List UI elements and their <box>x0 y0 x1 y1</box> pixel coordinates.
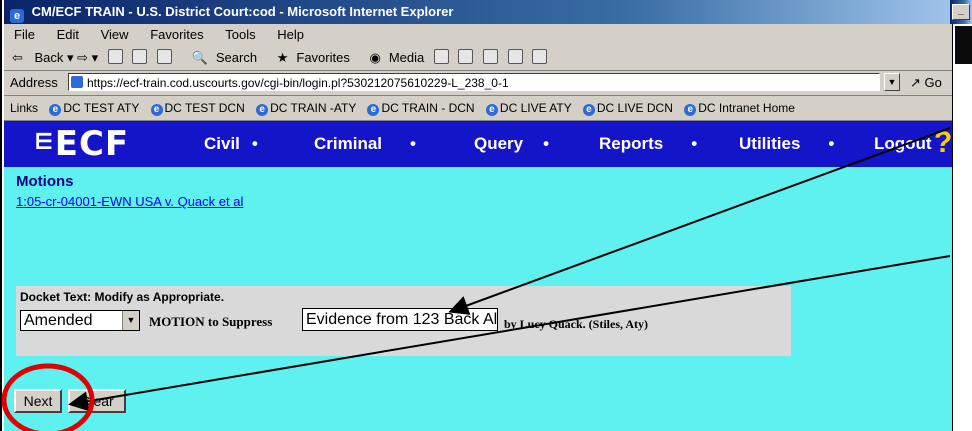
ie-icon: e <box>10 9 24 23</box>
link-dc-test-aty[interactable]: DC TEST ATY <box>49 101 139 115</box>
nav-criminal[interactable]: Criminal • <box>314 121 416 167</box>
ecf-nav-bar: ⋿ECF Civil • Criminal • Query • Reports • Ut… <box>4 121 952 167</box>
help-icon[interactable]: ? <box>934 125 952 161</box>
link-dc-live-aty[interactable]: DC LIVE ATY <box>486 101 572 115</box>
link-dc-train-aty[interactable]: DC TRAIN -ATY <box>256 101 356 115</box>
chevron-down-icon[interactable]: ▼ <box>122 311 139 330</box>
toolbar-overflow <box>955 26 972 64</box>
window-title: CM/ECF TRAIN - U.S. District Court:cod -… <box>31 4 454 19</box>
search-button[interactable]: 🔍 Search <box>184 50 257 65</box>
go-arrow-icon: ↗ <box>910 75 921 90</box>
window-edge <box>952 0 972 431</box>
media-icon: ◉ <box>369 50 381 65</box>
docket-text-input[interactable]: Evidence from 123 Back Alley <box>302 308 498 331</box>
nav-criminal-label: Criminal <box>314 134 383 153</box>
nav-query[interactable]: Query • <box>474 121 549 167</box>
menu-edit[interactable]: Edit <box>57 27 79 42</box>
nav-civil[interactable]: Civil • <box>204 121 258 167</box>
go-label: Go <box>924 75 942 90</box>
motion-text: MOTION to Suppress <box>149 314 273 329</box>
search-label: Search <box>215 50 258 65</box>
links-label: Links <box>10 101 39 115</box>
address-url: https://ecf-train.cod.uscourts.gov/cgi-b… <box>87 76 509 90</box>
edit-icon[interactable] <box>507 49 523 64</box>
page-title: Motions <box>16 173 74 190</box>
address-label: Address <box>10 75 58 90</box>
nav-logout[interactable]: Logout <box>874 121 932 167</box>
media-button[interactable]: ◉ Media <box>361 50 424 65</box>
nav-utilities[interactable]: Utilities • <box>739 121 834 167</box>
links-bar: Links DC TEST ATY DC TEST DCN DC TRAIN -… <box>4 96 952 121</box>
address-bar: Address https://ecf-train.cod.uscourts.g… <box>4 71 952 96</box>
menu-bar: File Edit View Favorites Tools Help <box>4 24 952 47</box>
ecf-logo-text: ECF <box>54 124 130 164</box>
prefix-select-value: Amended <box>24 312 93 329</box>
media-label: Media <box>388 50 425 65</box>
ecf-logo[interactable]: ⋿ECF <box>34 123 129 164</box>
minimize-icon[interactable]: _ <box>952 4 970 20</box>
address-input[interactable]: https://ecf-train.cod.uscourts.gov/cgi-b… <box>68 73 880 91</box>
search-icon: 🔍 <box>191 50 208 65</box>
home-icon[interactable] <box>157 49 173 64</box>
link-dc-train-dcn[interactable]: DC TRAIN - DCN <box>367 101 474 115</box>
stop-icon[interactable] <box>107 49 123 64</box>
menu-help[interactable]: Help <box>277 27 304 42</box>
menu-favorites[interactable]: Favorites <box>150 27 203 42</box>
history-icon[interactable] <box>433 49 449 64</box>
filer-text: by Lucy Quack. (Stiles, Aty) <box>504 317 649 331</box>
favorites-label: Favorites <box>296 50 350 65</box>
clear-button[interactable]: Clear <box>68 389 126 413</box>
discuss-icon[interactable] <box>532 49 548 64</box>
prefix-select[interactable]: Amended ▼ <box>20 310 140 331</box>
main-content: Motions 1:05-cr-04001-EWN USA v. Quack e… <box>4 167 952 431</box>
title-bar-edge: _ <box>950 0 972 24</box>
go-button[interactable]: ↗ Go <box>910 71 942 95</box>
title-bar: e CM/ECF TRAIN - U.S. District Court:cod… <box>4 0 952 24</box>
menu-view[interactable]: View <box>101 27 129 42</box>
link-dc-intranet-home[interactable]: DC Intranet Home <box>684 101 795 115</box>
nav-reports-label: Reports <box>599 134 664 153</box>
back-button[interactable]: ⇦ Back ▾ ⇨ ▾ <box>12 50 98 65</box>
refresh-icon[interactable] <box>132 49 148 64</box>
print-icon[interactable] <box>483 49 499 64</box>
link-dc-live-dcn[interactable]: DC LIVE DCN <box>583 101 673 115</box>
mail-icon[interactable] <box>458 49 474 64</box>
next-button[interactable]: Next <box>14 389 62 413</box>
menu-file[interactable]: File <box>14 27 35 42</box>
nav-query-label: Query <box>474 134 524 153</box>
page-icon <box>71 76 83 88</box>
nav-utilities-label: Utilities <box>739 134 801 153</box>
docket-text-label: Docket Text: Modify as Appropriate. <box>20 290 225 304</box>
menu-tools[interactable]: Tools <box>225 27 255 42</box>
favorites-button[interactable]: ★ Favorites <box>269 50 350 65</box>
favorites-icon: ★ <box>276 50 289 65</box>
case-link[interactable]: 1:05-cr-04001-EWN USA v. Quack et al <box>16 194 243 209</box>
address-dropdown-button[interactable]: ▼ <box>884 73 900 91</box>
nav-reports[interactable]: Reports • <box>599 121 697 167</box>
link-dc-test-dcn[interactable]: DC TEST DCN <box>151 101 245 115</box>
nav-civil-label: Civil <box>204 134 240 153</box>
docket-text-panel: Docket Text: Modify as Appropriate. Amen… <box>16 286 791 356</box>
browser-window: e CM/ECF TRAIN - U.S. District Court:cod… <box>0 0 952 431</box>
toolbar: ⇦ Back ▾ ⇨ ▾ 🔍 Search ★ Favorites ◉ Media <box>4 46 952 71</box>
back-label: Back <box>34 50 64 65</box>
